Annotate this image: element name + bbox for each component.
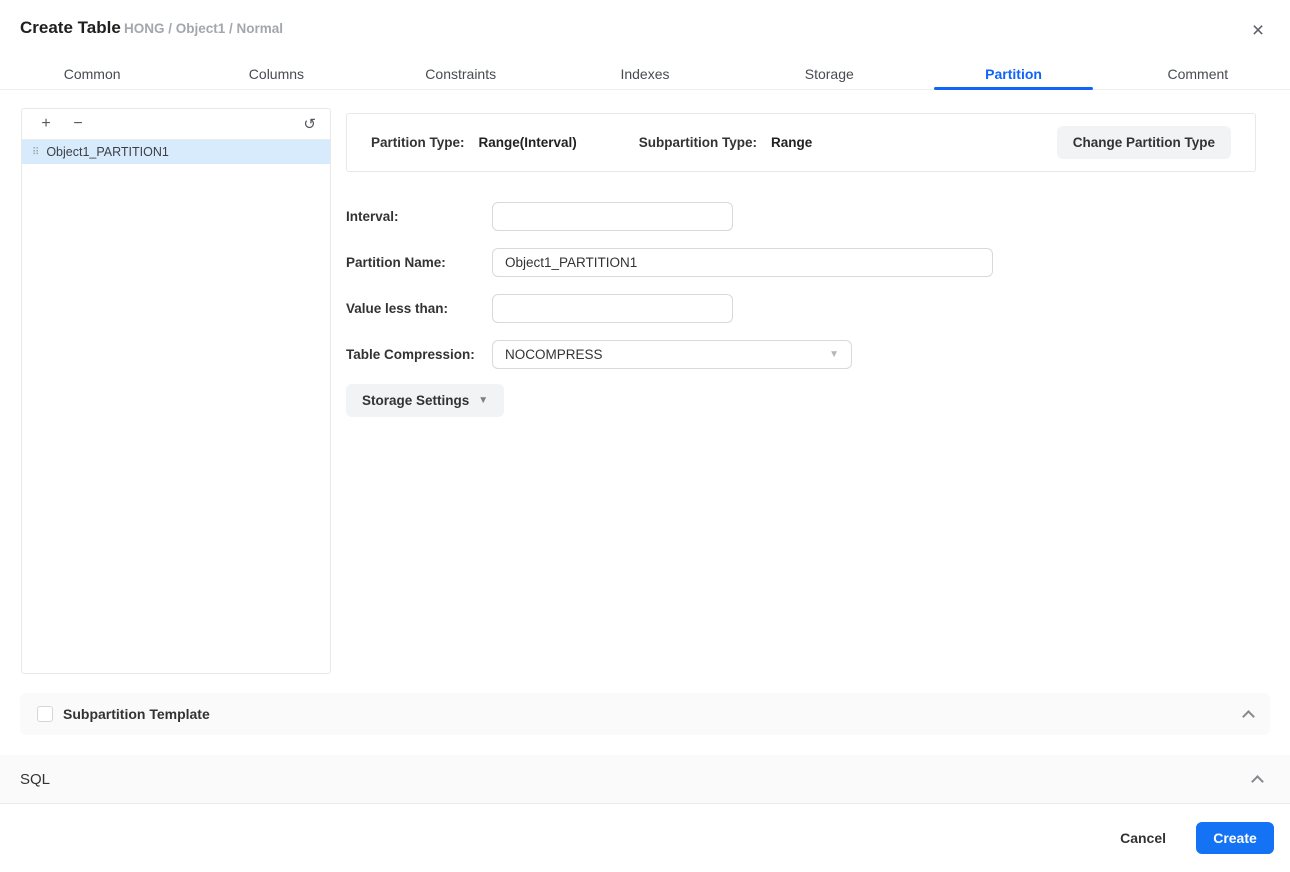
change-partition-type-button[interactable]: Change Partition Type (1057, 126, 1231, 159)
partition-type-value: Range(Interval) (479, 135, 577, 150)
chevron-down-icon: ▼ (829, 349, 839, 360)
table-compression-label: Table Compression: (346, 347, 492, 362)
partition-name-label: Partition Name: (346, 255, 492, 270)
interval-label: Interval: (346, 209, 492, 224)
close-icon[interactable]: × (1244, 16, 1272, 44)
create-table-dialog: Create Table HONG / Object1 / Normal × C… (0, 0, 1290, 872)
table-compression-row: Table Compression: NOCOMPRESS ▼ (346, 340, 1256, 369)
dialog-header: Create Table HONG / Object1 / Normal × (0, 0, 1290, 58)
value-less-than-row: Value less than: (346, 294, 1256, 323)
subpartition-template-checkbox[interactable] (37, 706, 53, 722)
tab-comment[interactable]: Comment (1106, 58, 1290, 89)
tab-common[interactable]: Common (0, 58, 184, 89)
refresh-icon[interactable]: ↺ (303, 117, 316, 132)
chevron-down-icon: ▼ (478, 395, 488, 406)
partition-type-label: Partition Type: (371, 135, 465, 150)
create-button[interactable]: Create (1196, 822, 1274, 854)
partition-list-item[interactable]: ⠿ Object1_PARTITION1 (22, 140, 330, 164)
storage-settings-label: Storage Settings (362, 393, 469, 408)
tab-bar: Common Columns Constraints Indexes Stora… (0, 58, 1290, 90)
subpartition-type-value: Range (771, 135, 812, 150)
dialog-footer: Cancel Create (0, 804, 1290, 872)
page-title: Create Table (20, 18, 121, 38)
subpartition-type-label: Subpartition Type: (639, 135, 757, 150)
partition-form: Interval: Partition Name: Value less tha… (346, 202, 1256, 432)
subpartition-template-section: Subpartition Template (20, 693, 1270, 735)
partition-name-row: Partition Name: (346, 248, 1256, 277)
drag-handle-icon[interactable]: ⠿ (32, 147, 38, 158)
interval-input[interactable] (492, 202, 733, 231)
table-compression-select[interactable]: NOCOMPRESS ▼ (492, 340, 852, 369)
chevron-up-icon[interactable] (1242, 710, 1255, 723)
interval-row: Interval: (346, 202, 1256, 231)
remove-partition-icon[interactable]: − (68, 116, 88, 132)
subpartition-template-label: Subpartition Template (63, 706, 210, 722)
cancel-button[interactable]: Cancel (1120, 830, 1166, 846)
partition-item-label: Object1_PARTITION1 (46, 145, 169, 159)
tab-storage[interactable]: Storage (737, 58, 921, 89)
storage-settings-row: Storage Settings ▼ (346, 386, 1256, 415)
add-partition-icon[interactable]: + (36, 116, 56, 132)
sql-section-label: SQL (20, 771, 50, 788)
value-less-than-label: Value less than: (346, 301, 492, 316)
storage-settings-button[interactable]: Storage Settings ▼ (346, 384, 504, 417)
partition-list-toolbar: + − ↺ (22, 109, 330, 140)
partition-name-input[interactable] (492, 248, 993, 277)
tab-partition[interactable]: Partition (921, 58, 1105, 89)
partition-type-bar: Partition Type: Range(Interval) Subparti… (346, 113, 1256, 172)
tab-indexes[interactable]: Indexes (553, 58, 737, 89)
tab-columns[interactable]: Columns (184, 58, 368, 89)
sql-section: SQL (0, 755, 1290, 804)
value-less-than-input[interactable] (492, 294, 733, 323)
tab-constraints[interactable]: Constraints (369, 58, 553, 89)
table-compression-value: NOCOMPRESS (505, 347, 603, 362)
partition-list-panel: + − ↺ ⠿ Object1_PARTITION1 (21, 108, 331, 674)
chevron-up-icon[interactable] (1251, 775, 1264, 788)
breadcrumb: HONG / Object1 / Normal (124, 21, 283, 36)
